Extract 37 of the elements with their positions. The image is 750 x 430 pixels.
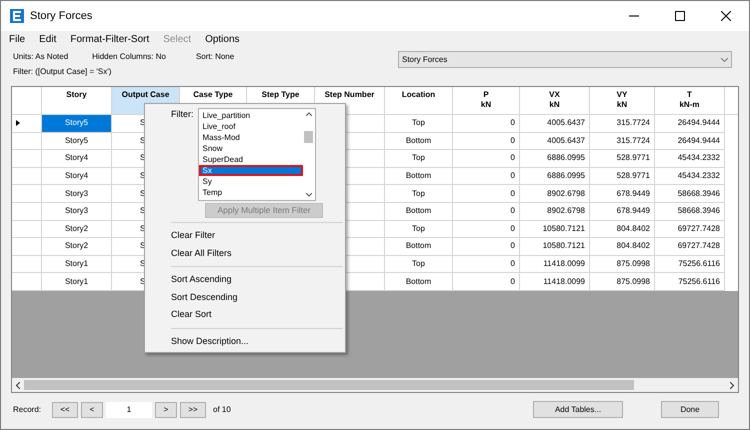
record-field[interactable]: 1: [106, 402, 152, 418]
sort-label: Sort: None: [196, 51, 234, 63]
previous-record-button[interactable]: <: [81, 402, 104, 418]
menu-item[interactable]: Edit: [39, 32, 56, 46]
table-cell: 75256.6116: [655, 273, 725, 291]
done-button[interactable]: Done: [661, 401, 719, 418]
filter-option[interactable]: SuperDead: [198, 154, 302, 165]
table-dropdown[interactable]: Story Forces: [398, 51, 732, 68]
table-cell: 11418.0099: [520, 273, 590, 291]
table-cell: Story5: [42, 115, 112, 133]
filter-label: Filter: ([Output Case] = 'Sx'): [13, 66, 112, 78]
last-record-button[interactable]: >>: [180, 402, 206, 418]
units-label: Units: As Noted: [13, 51, 68, 63]
table-cell: 0: [453, 273, 520, 291]
filter-option[interactable]: Sy: [198, 176, 302, 187]
add-tables-button[interactable]: Add Tables...: [533, 401, 623, 418]
record-count: of 10: [213, 404, 231, 416]
record-label: Record:: [13, 404, 42, 416]
filter-option[interactable]: Mass-Mod: [198, 132, 302, 143]
menu-item[interactable]: Clear Sort: [145, 306, 345, 324]
hidden-columns-label: Hidden Columns: No: [92, 51, 166, 63]
next-record-button[interactable]: >: [155, 402, 178, 418]
filter-option[interactable]: Sx: [198, 165, 302, 176]
menu-item[interactable]: Show Description...: [145, 332, 345, 350]
window-title: Story Forces: [30, 8, 92, 24]
table-cell: Story1: [42, 273, 112, 291]
menu-item[interactable]: File: [9, 32, 26, 46]
table-cell: Bottom: [385, 273, 453, 291]
menu-item[interactable]: Sort Descending: [145, 288, 345, 306]
filter-option[interactable]: Live_roof: [198, 121, 302, 132]
table-cell: 875.0998: [590, 273, 655, 291]
first-record-button[interactable]: <<: [52, 402, 78, 418]
menu-item[interactable]: Format-Filter-Sort: [70, 32, 150, 46]
filter-option[interactable]: Snow: [198, 143, 302, 154]
filter-option[interactable]: Temp: [198, 187, 302, 198]
filter-listbox[interactable]: Live_partition Live_roof Mass-Mod Snow SuperDead Sx Sy Temp: [198, 108, 316, 201]
menu-item[interactable]: Options: [205, 32, 240, 46]
